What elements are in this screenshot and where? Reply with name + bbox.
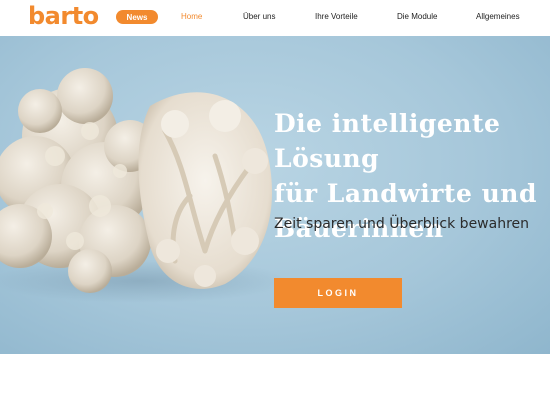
nav-item-allgemeines[interactable]: Allgemeines [476, 12, 520, 21]
hero-subline: Zeit sparen und Überblick bewahren [274, 216, 530, 232]
barto-logo[interactable]: barto [28, 2, 99, 30]
news-badge[interactable]: News [116, 10, 158, 24]
hero-section: Die intelligente Lösung für Landwirte un… [0, 36, 550, 354]
nav-item-ihre-vorteile[interactable]: Ihre Vorteile [315, 12, 358, 21]
nav-item-ueber-uns[interactable]: Über uns [243, 12, 275, 21]
site-header: barto News Home Über uns Ihre Vorteile D… [0, 0, 550, 36]
nav-item-home[interactable]: Home [181, 12, 202, 21]
nav-item-die-module[interactable]: Die Module [397, 12, 437, 21]
cauliflower-image [0, 68, 290, 303]
login-button[interactable]: LOGIN [274, 278, 402, 308]
